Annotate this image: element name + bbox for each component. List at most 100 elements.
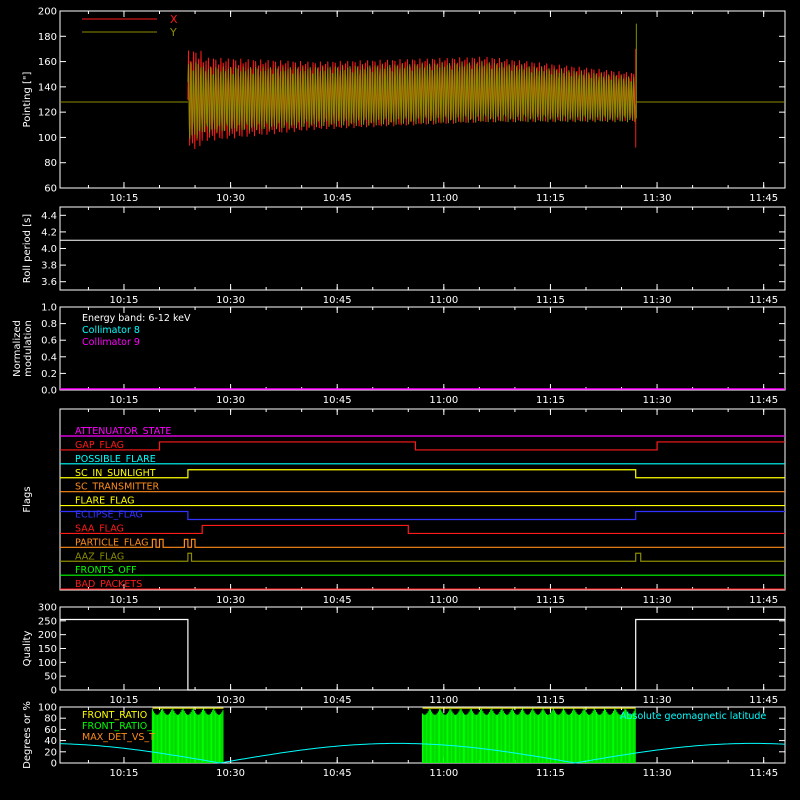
y-tick-label: 0.0 xyxy=(41,386,57,397)
flag-line xyxy=(60,510,785,521)
x-tick-label: 11:45 xyxy=(749,595,778,606)
y-tick-label: 1.0 xyxy=(41,303,57,314)
flag-label-possible-flare: POSSIBLE_FLARE xyxy=(75,454,156,465)
y-tick-label: 100 xyxy=(38,703,57,714)
geomagnetic-latitude-label: Absolute geomagnetic latitude xyxy=(620,711,766,722)
y-tick-label: 50 xyxy=(44,672,57,683)
x-tick-label: 11:30 xyxy=(643,395,672,406)
y-tick-label: 100 xyxy=(38,133,57,144)
y-axis-label: Degrees or % xyxy=(22,701,33,769)
x-tick-label: 10:15 xyxy=(110,193,139,204)
flag-label-aaz-flag: AAZ_FLAG xyxy=(75,551,124,562)
panel-frame xyxy=(59,206,786,291)
x-tick-label: 11:15 xyxy=(536,768,565,779)
x-tick-label: 11:45 xyxy=(749,395,778,406)
energy-band-annotation: Energy band: 6-12 keV xyxy=(82,313,191,324)
x-tick-label: 10:45 xyxy=(323,695,352,706)
flag-line xyxy=(60,552,785,562)
figure: 10:15 10:30 10:45 11:00 11:15 11:30 11:4560801… xyxy=(12,7,786,779)
ratio-group: FRONT_RATIOFRONT_RATIO_MAX_DET_VS_T Absol… xyxy=(59,707,786,764)
y-tick-label: 4.2 xyxy=(41,227,57,238)
x-tick-label: 10:45 xyxy=(323,295,352,306)
x-tick-label: 10:45 xyxy=(323,193,352,204)
x-tick-label: 11:15 xyxy=(536,695,565,706)
x-tick-label: 11:45 xyxy=(749,695,778,706)
x-tick-label: 11:15 xyxy=(536,193,565,204)
flag-label-saa-flag: SAA_FLAG xyxy=(75,523,124,534)
y-axis-label: Quality xyxy=(22,631,33,667)
x-tick-label: 11:30 xyxy=(643,595,672,606)
x-tick-label: 11:15 xyxy=(536,295,565,306)
collimator9-annotation: Collimator 9 xyxy=(82,337,140,348)
x-tick-label: 11:45 xyxy=(749,295,778,306)
legend-y-label: Y xyxy=(169,26,177,39)
legend-x-label: X xyxy=(170,13,178,26)
flag-line xyxy=(60,538,785,548)
y-tick-label: 4.0 xyxy=(41,244,57,255)
y-axis-label: Normalized xyxy=(12,320,23,377)
x-tick-label: 11:00 xyxy=(429,295,458,306)
flag-line xyxy=(60,441,785,451)
y-tick-label: 100 xyxy=(38,658,57,669)
y-tick-label: 200 xyxy=(38,7,57,18)
collimator8-annotation: Collimator 8 xyxy=(82,325,140,336)
x-tick-label: 11:30 xyxy=(643,768,672,779)
x-tick-label: 11:00 xyxy=(429,193,458,204)
flag-label-gap-flag: GAP_FLAG xyxy=(75,440,124,451)
y-axis-label: Pointing ["] xyxy=(22,71,33,127)
y-tick-label: 40 xyxy=(44,736,57,747)
pointing-series xyxy=(60,18,785,150)
y-tick-label: 140 xyxy=(38,82,57,93)
x-tick-label: 10:30 xyxy=(216,193,245,204)
x-tick-label: 10:45 xyxy=(323,595,352,606)
x-tick-label: 10:30 xyxy=(216,595,245,606)
y-tick-label: 160 xyxy=(38,57,57,68)
y-tick-label: 3.6 xyxy=(41,277,57,288)
y-tick-label: 120 xyxy=(38,108,57,119)
flag-label-particle-flag: PARTICLE_FLAG xyxy=(75,537,148,548)
x-tick-label: 10:30 xyxy=(216,295,245,306)
x-tick-label: 11:30 xyxy=(643,695,672,706)
x-tick-label: 10:45 xyxy=(323,768,352,779)
x-tick-label: 11:00 xyxy=(429,695,458,706)
flag-label-sc-in-sunlight: SC_IN_SUNLIGHT xyxy=(75,468,156,479)
y-tick-label: 0 xyxy=(51,686,57,697)
ratio-legend-1: FRONT_RATIO_ xyxy=(82,721,152,732)
x-tick-label: 10:15 xyxy=(110,695,139,706)
x-tick-label: 10:15 xyxy=(110,595,139,606)
x-tick-label: 11:00 xyxy=(429,595,458,606)
quality-line xyxy=(60,618,785,691)
flag-label-sc-transmitter: SC_TRANSMITTER xyxy=(75,482,160,493)
y-axis-label: modulation xyxy=(23,320,34,377)
y-tick-label: 0.6 xyxy=(41,336,57,347)
y-tick-label: 0 xyxy=(51,759,57,770)
x-tick-label: 11:00 xyxy=(429,395,458,406)
x-tick-label: 11:00 xyxy=(429,768,458,779)
y-axis-label: Flags xyxy=(22,486,33,512)
x-tick-label: 10:15 xyxy=(110,768,139,779)
flags-group: ATTENUATOR_STATE GAP_FLAG POSSIBLE_FLARE SC… xyxy=(60,426,785,590)
x-tick-label: 10:15 xyxy=(110,395,139,406)
x-tick-label: 10:30 xyxy=(216,695,245,706)
panel-3: 10:15 10:30 10:45 11:00 11:15 11:30 11:45 Flags xyxy=(22,408,786,606)
x-tick-label: 11:15 xyxy=(536,395,565,406)
y-tick-label: 200 xyxy=(38,630,57,641)
x-tick-label: 10:45 xyxy=(323,395,352,406)
x-tick-label: 11:15 xyxy=(536,595,565,606)
x-tick-label: 11:30 xyxy=(643,295,672,306)
ratio-legend-0: FRONT_RATIO xyxy=(82,710,147,721)
flag-label-fronts-off: FRONTS_OFF xyxy=(75,565,137,576)
y-tick-label: 300 xyxy=(38,603,57,614)
x-tick-label: 11:30 xyxy=(643,193,672,204)
y-tick-label: 60 xyxy=(44,184,57,195)
ratio-legend-2: MAX_DET_VS_T xyxy=(82,732,155,743)
x-tick-label: 10:30 xyxy=(216,768,245,779)
y-tick-label: 180 xyxy=(38,32,57,43)
y-tick-label: 80 xyxy=(44,714,57,725)
panel-1: 10:15 10:30 10:45 11:00 11:15 11:30 11:45 3.6 3.… xyxy=(22,206,786,306)
flag-line xyxy=(60,469,785,479)
x-tick-label: 11:45 xyxy=(749,768,778,779)
flag-label-attenuator-state: ATTENUATOR_STATE xyxy=(75,426,171,437)
y-tick-label: 3.8 xyxy=(41,261,57,272)
y-axis-label: Roll period [s] xyxy=(22,214,33,283)
